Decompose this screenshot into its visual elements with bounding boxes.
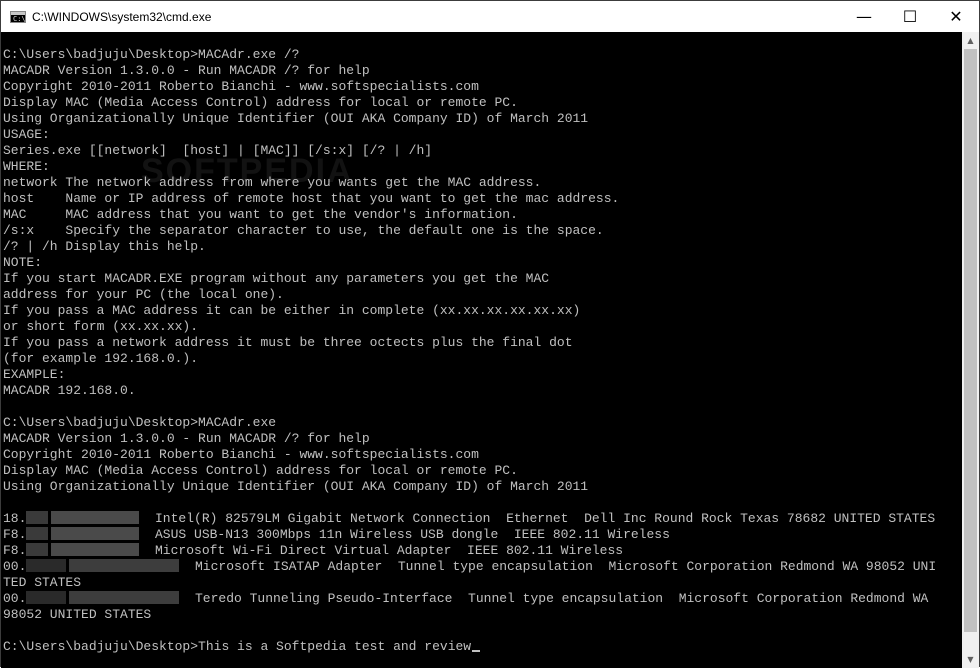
adapter-result-line: 18. Intel(R) 82579LM Gigabit Network Con… — [3, 511, 936, 527]
console-line: If you start MACADR.EXE program without … — [3, 271, 550, 286]
minimize-button[interactable]: — — [841, 1, 887, 32]
adapter-result-line: 98052 UNITED STATES — [3, 607, 936, 623]
console-line: If you pass a MAC address it can be eith… — [3, 303, 581, 318]
mac-prefix: F8. — [3, 527, 27, 542]
console-line: address for your PC (the local one). — [3, 287, 284, 302]
redacted-mac-part — [69, 591, 180, 604]
chevron-down-icon: ▼ — [967, 655, 974, 664]
mac-prefix: 18. — [3, 511, 27, 526]
adapter-result-line: 00. Microsoft ISATAP Adapter Tunnel type… — [3, 559, 936, 575]
cmd-app-icon-text: C:\ — [13, 14, 26, 23]
minimize-icon: — — [856, 7, 872, 26]
mac-prefix: 00. — [3, 559, 27, 574]
typed-command[interactable]: This is a Softpedia test and review — [198, 639, 471, 654]
close-button[interactable]: ✕ — [933, 1, 979, 32]
redacted-mac-part — [51, 511, 140, 524]
console-lines: C:\Users\badjuju\Desktop>MACAdr.exe /? MA… — [3, 47, 936, 655]
console-line: Copyright 2010-2011 Roberto Bianchi - ww… — [3, 79, 479, 94]
scroll-down-button[interactable]: ▼ — [962, 651, 979, 668]
adapter-result-line — [3, 623, 936, 639]
console-line: network The network address from where y… — [3, 175, 542, 190]
redacted-mac-part — [51, 527, 140, 540]
console-line: C:\Users\badjuju\Desktop>MACAdr.exe — [3, 415, 277, 430]
text-cursor — [472, 650, 481, 652]
console-output[interactable]: SOFTPEDIA C:\Users\badjuju\Desktop>MACAd… — [1, 32, 963, 668]
console-line: MACADR Version 1.3.0.0 - Run MACADR /? f… — [3, 63, 370, 78]
mac-prefix: 00. — [3, 591, 27, 606]
mac-prefix: F8. — [3, 543, 27, 558]
title-bar[interactable]: C:\ C:\WINDOWS\system32\cmd.exe — ☐ ✕ — [1, 1, 979, 32]
adapter-result-line: TED STATES — [3, 575, 936, 591]
console-line: (for example 192.168.0.). — [3, 351, 199, 366]
cmd-app-icon[interactable]: C:\ — [10, 10, 26, 23]
redacted-mac-part — [26, 591, 67, 604]
console-line: /s:x Specify the separator character to … — [3, 223, 604, 238]
console-line: /? | /h Display this help. — [3, 239, 206, 254]
redacted-mac-part — [26, 559, 67, 572]
prompt-line[interactable]: C:\Users\badjuju\Desktop>This is a Softp… — [3, 639, 936, 655]
adapter-description: Intel(R) 82579LM Gigabit Network Connect… — [139, 511, 936, 526]
console-line: Display MAC (Media Access Control) addre… — [3, 95, 518, 110]
chevron-up-icon: ▲ — [967, 36, 974, 45]
redacted-mac-part — [26, 527, 49, 540]
maximize-button[interactable]: ☐ — [887, 1, 933, 32]
adapter-description: ASUS USB-N13 300Mbps 11n Wireless USB do… — [139, 527, 670, 542]
console-line: C:\Users\badjuju\Desktop>MACAdr.exe /? — [3, 47, 300, 62]
adapter-result-line: F8. Microsoft Wi-Fi Direct Virtual Adapt… — [3, 543, 936, 559]
redacted-mac-part — [26, 511, 49, 524]
console-line: MACADR Version 1.3.0.0 - Run MACADR /? f… — [3, 431, 370, 446]
console-line: Display MAC (Media Access Control) addre… — [3, 463, 518, 478]
console-line: MAC MAC address that you want to get the… — [3, 207, 518, 222]
console-line: Using Organizationally Unique Identifier… — [3, 111, 589, 126]
redacted-mac-part — [26, 543, 49, 556]
adapter-description: 98052 UNITED STATES — [3, 607, 152, 622]
prompt: C:\Users\badjuju\Desktop> — [3, 639, 199, 654]
cmd-window: C:\ C:\WINDOWS\system32\cmd.exe — ☐ ✕ SO… — [0, 0, 980, 668]
console-line: If you pass a network address it must be… — [3, 335, 573, 350]
console-line: Series.exe [[network] [host] | [MAC]] [/… — [3, 143, 433, 158]
console-line: Using Organizationally Unique Identifier… — [3, 479, 589, 494]
adapter-result-line: 00. Teredo Tunneling Pseudo-Interface Tu… — [3, 591, 936, 607]
close-icon: ✕ — [949, 7, 963, 26]
console-line: USAGE: — [3, 127, 50, 142]
console-line: MACADR 192.168.0. — [3, 383, 136, 398]
window-title: C:\WINDOWS\system32\cmd.exe — [32, 9, 212, 24]
redacted-mac-part — [51, 543, 140, 556]
scrollbar-thumb[interactable] — [964, 49, 977, 632]
adapter-description: TED STATES — [3, 575, 82, 590]
redacted-mac-part — [69, 559, 180, 572]
scroll-up-button[interactable]: ▲ — [962, 32, 979, 49]
adapter-description: Microsoft ISATAP Adapter Tunnel type enc… — [179, 559, 937, 574]
console-line: host Name or IP address of remote host t… — [3, 191, 620, 206]
console-line: WHERE: — [3, 159, 50, 174]
adapter-description: Teredo Tunneling Pseudo-Interface Tunnel… — [179, 591, 929, 606]
maximize-icon: ☐ — [902, 7, 918, 26]
console-line: Copyright 2010-2011 Roberto Bianchi - ww… — [3, 447, 479, 462]
console-line: NOTE: — [3, 255, 43, 270]
vertical-scrollbar[interactable]: ▲ ▼ — [962, 32, 979, 668]
console-line: or short form (xx.xx.xx). — [3, 319, 199, 334]
window-controls: — ☐ ✕ — [841, 1, 979, 32]
adapter-result-line: F8. ASUS USB-N13 300Mbps 11n Wireless US… — [3, 527, 936, 543]
adapter-description: Microsoft Wi-Fi Direct Virtual Adapter I… — [139, 543, 624, 558]
console-line: EXAMPLE: — [3, 367, 66, 382]
